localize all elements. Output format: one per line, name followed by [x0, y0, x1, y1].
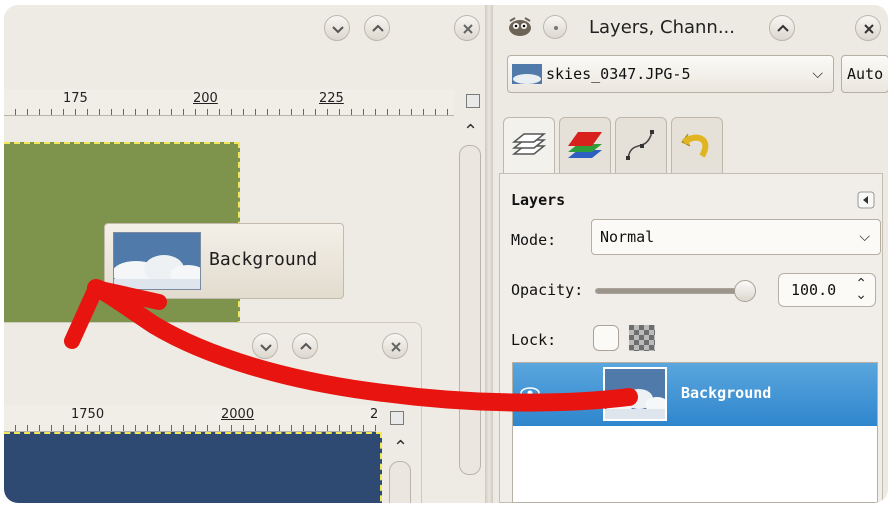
close-icon	[391, 342, 401, 352]
vertical-scrollbar[interactable]	[459, 145, 481, 475]
dock-title: Layers, Chann...	[589, 17, 735, 38]
ruler-label: 2000	[220, 407, 256, 422]
layer-list[interactable]: Background	[512, 362, 878, 503]
minimize-button[interactable]	[324, 15, 350, 41]
mode-select[interactable]: Normal ⌵	[591, 219, 881, 255]
image-window-bottom: 1750 2000 2 ⌃	[4, 322, 422, 503]
maximize-button[interactable]	[364, 15, 390, 41]
paths-icon	[626, 130, 654, 160]
undo-icon	[681, 133, 709, 158]
eye-icon[interactable]	[519, 385, 541, 401]
zoom-icon[interactable]	[390, 411, 404, 425]
chevron-down-icon	[260, 344, 272, 352]
horizontal-ruler[interactable]: 1750 2000 2	[4, 405, 380, 432]
chevron-down-icon: ⌵	[859, 229, 870, 245]
image-selector[interactable]: skies_0347.JPG-5 ⌵	[507, 55, 834, 93]
chevron-down-icon: ⌵	[812, 66, 823, 82]
zoom-icon[interactable]	[466, 94, 480, 108]
layer-row[interactable]: Background	[513, 363, 877, 426]
panel-title: Layers	[511, 191, 566, 209]
mode-value: Normal	[600, 228, 655, 246]
close-button[interactable]	[855, 15, 881, 41]
tab-undo-history[interactable]	[671, 117, 723, 173]
spin-arrows-icon[interactable]: ⌃ ⌄	[855, 277, 867, 302]
horizontal-ruler[interactable]: 175 200 225	[4, 89, 454, 116]
chevron-down-icon	[332, 26, 344, 34]
sky-clouds-thumbnail	[605, 369, 665, 419]
layers-dock: Layers, Chann... skies_0347.JPG-5 ⌵ Auto	[493, 5, 888, 503]
close-button[interactable]	[382, 333, 408, 359]
sky-clouds-thumbnail	[114, 233, 200, 289]
auto-button-label: Auto	[847, 65, 884, 83]
close-icon	[864, 24, 874, 34]
ruler-label: 175	[62, 91, 89, 106]
channels-icon	[568, 132, 602, 158]
opacity-label: Opacity:	[511, 281, 584, 299]
tab-paths[interactable]	[615, 117, 667, 173]
dock-menu-button[interactable]	[543, 15, 567, 39]
mode-label: Mode:	[511, 231, 557, 249]
layers-icon	[511, 133, 547, 155]
vertical-scrollbar[interactable]	[389, 461, 411, 503]
panel-splitter[interactable]	[485, 5, 493, 503]
scroll-up-icon[interactable]: ⌃	[393, 439, 408, 457]
panel-menu-icon[interactable]	[857, 191, 875, 209]
close-icon	[463, 24, 473, 34]
ruler-label: 1750	[70, 407, 106, 422]
tab-layers[interactable]	[503, 117, 555, 173]
maximize-button[interactable]	[769, 15, 795, 41]
lock-label: Lock:	[511, 331, 557, 349]
scroll-up-icon[interactable]: ⌃	[463, 123, 478, 141]
ruler-label: 225	[318, 91, 345, 106]
opacity-slider-fill	[596, 289, 744, 293]
opacity-value: 100.0	[791, 281, 837, 299]
minimize-button[interactable]	[252, 333, 278, 359]
gimp-icon	[509, 17, 531, 36]
layer-name: Background	[209, 249, 318, 270]
opacity-slider-handle[interactable]	[734, 280, 756, 302]
opacity-slider[interactable]	[595, 288, 745, 294]
chevron-up-icon	[300, 342, 312, 350]
layer-thumbnail	[113, 232, 201, 290]
maximize-button[interactable]	[292, 333, 318, 359]
opacity-spinbox[interactable]: 100.0 ⌃ ⌄	[778, 273, 876, 307]
tab-channels[interactable]	[559, 117, 611, 173]
auto-button[interactable]: Auto	[841, 55, 888, 93]
layer-drag-preview: Background	[104, 223, 344, 299]
dot-icon	[554, 26, 558, 30]
ruler-label: 200	[192, 91, 219, 106]
chevron-up-icon	[372, 24, 384, 32]
chevron-up-icon	[777, 24, 789, 32]
image-thumbnail-icon	[512, 64, 542, 84]
close-button[interactable]	[454, 15, 480, 41]
screenshot-frame: 175 200 225 ⌃ Background 1750 2000 2 ⌃ L…	[4, 5, 888, 503]
lock-pixels-checkbox[interactable]	[593, 325, 619, 351]
image-selector-value: skies_0347.JPG-5	[546, 65, 691, 83]
layer-thumbnail	[603, 367, 667, 421]
layer-name: Background	[681, 384, 772, 402]
lock-alpha-icon[interactable]	[629, 325, 655, 351]
image-canvas[interactable]	[4, 432, 382, 503]
ruler-label: 2	[369, 407, 380, 422]
